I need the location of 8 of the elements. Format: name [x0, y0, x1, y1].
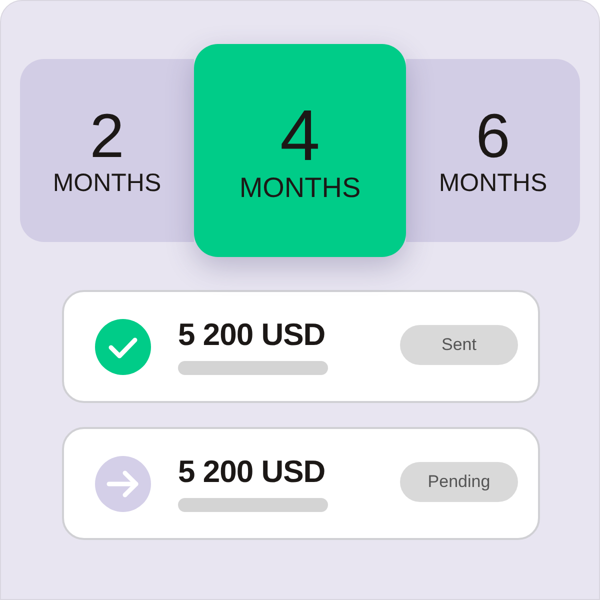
- plan-option[interactable]: 6 MONTHS: [406, 59, 580, 242]
- check-icon: [95, 318, 151, 374]
- status-badge: Sent: [400, 324, 518, 364]
- plan-option[interactable]: 2 MONTHS: [20, 59, 194, 242]
- amount-text: 5 200 USD: [178, 456, 326, 488]
- plan-option[interactable]: 4 MONTHS: [194, 44, 406, 257]
- amount-text: 5 200 USD: [178, 318, 326, 350]
- status-badge: Pending: [400, 462, 518, 502]
